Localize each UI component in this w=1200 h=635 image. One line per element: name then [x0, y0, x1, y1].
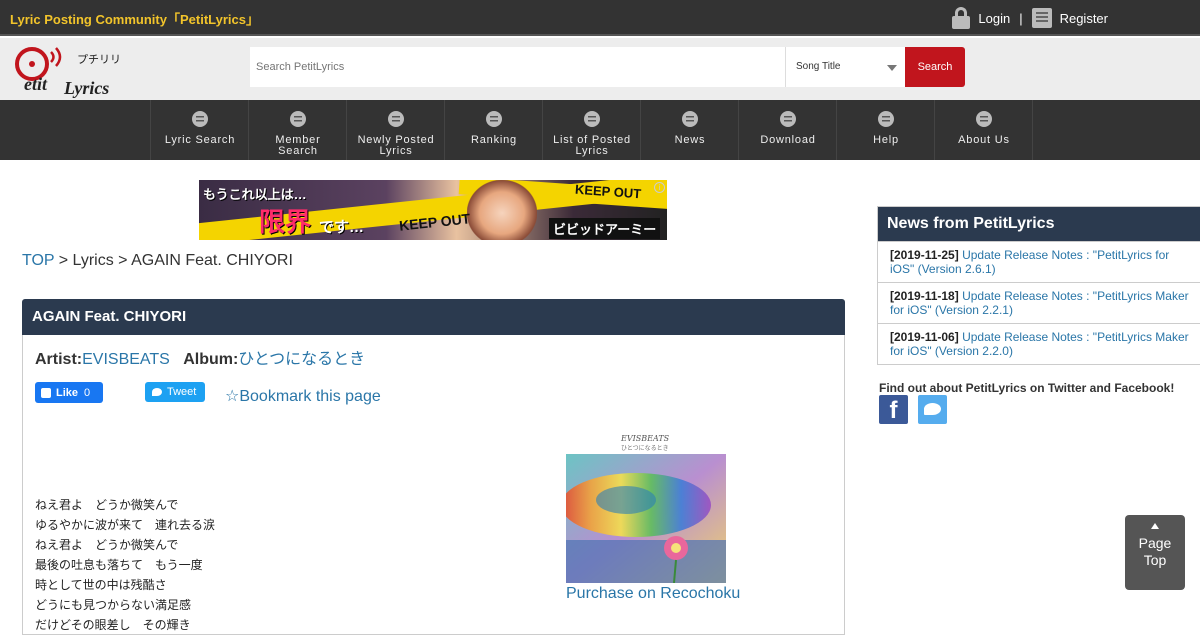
facebook-like-button[interactable]: Like 0	[35, 382, 103, 403]
song-title: AGAIN Feat. CHIYORI	[22, 299, 845, 335]
auth-separator: |	[1019, 10, 1023, 26]
search-type-select[interactable]: Song Title	[785, 47, 905, 87]
page-top-button[interactable]: Page Top	[1125, 515, 1185, 590]
register-label: Register	[1059, 10, 1108, 26]
tweet-button[interactable]: Tweet	[145, 382, 205, 402]
nav-item-news[interactable]: News	[641, 100, 739, 160]
login-link[interactable]: Login	[952, 7, 1010, 29]
facebook-icon[interactable]: f	[879, 395, 908, 424]
main-nav: Lyric Search Member Search Newly Posted Lyri…	[0, 100, 1200, 160]
news-date: [2019-11-06]	[890, 330, 959, 344]
ad-info-icon[interactable]: i	[654, 182, 665, 193]
nav-item-label: About Us	[958, 134, 1010, 146]
nav-item-label-2: Lyrics	[379, 145, 413, 157]
breadcrumb-lyrics: Lyrics	[72, 252, 114, 269]
banner-text-2: 限界	[259, 207, 312, 237]
tweet-label: Tweet	[167, 386, 197, 398]
breadcrumb-sep-1: >	[54, 252, 73, 269]
member-search-icon	[289, 109, 307, 129]
logo-text-2: Lyrics	[63, 78, 109, 98]
header: プチリリ etit Lyrics Song Title Search	[0, 38, 1200, 100]
nav-item-newly-posted[interactable]: Newly Posted Lyrics	[347, 100, 445, 160]
news-icon	[681, 109, 699, 129]
social-text: Find out about PetitLyrics on Twitter an…	[879, 381, 1175, 395]
news-heading: News from PetitLyrics	[878, 207, 1200, 241]
nav-list: Lyric Search Member Search Newly Posted Lyri…	[150, 100, 1033, 160]
about-icon	[975, 109, 993, 129]
breadcrumb-sep-2: >	[113, 252, 132, 269]
nav-item-list-of-posted[interactable]: List of Posted Lyrics	[543, 100, 641, 160]
page-top-line-1: Page	[1138, 535, 1172, 551]
breadcrumb-current: AGAIN Feat. CHIYORI	[131, 252, 293, 269]
breadcrumb: TOP > Lyrics > AGAIN Feat. CHIYORI	[22, 252, 293, 270]
banner-text-1: もうこれ以上は…	[203, 187, 307, 202]
news-item: [2019-11-18] Update Release Notes : "Pet…	[878, 282, 1200, 323]
nav-item-help[interactable]: Help	[837, 100, 935, 160]
lyrics-text: ねえ君よ どうか微笑んで ゆるやかに波が来て 連れ去る涙 ねえ君よ どうか微笑ん…	[35, 498, 216, 632]
nav-item-label: Lyric Search	[164, 134, 236, 146]
petitlyrics-logo[interactable]: プチリリ etit Lyrics	[14, 42, 124, 98]
banner-text-6: ビビッドアーミー	[549, 218, 661, 239]
lyric-search-icon	[191, 109, 209, 129]
bookmark-link[interactable]: ☆Bookmark this page	[225, 386, 381, 406]
news-item: [2019-11-25] Update Release Notes : "Pet…	[878, 241, 1200, 282]
register-link[interactable]: Register	[1031, 8, 1108, 28]
lock-icon	[952, 7, 971, 29]
newly-posted-icon	[387, 109, 405, 129]
nav-item-label: Ranking	[471, 134, 517, 146]
nav-item-about-us[interactable]: About Us	[935, 100, 1033, 160]
search-button[interactable]: Search	[905, 47, 965, 87]
banner-text-3: です…	[319, 219, 365, 236]
chevron-down-icon	[887, 65, 897, 71]
album-label: Album:	[183, 351, 239, 368]
list-icon	[583, 109, 601, 129]
logo-text-1: etit	[24, 74, 48, 94]
twitter-icon[interactable]	[918, 395, 947, 424]
nav-item-label: News	[674, 134, 706, 146]
nav-item-label: Download	[760, 134, 816, 146]
page-top-line-2: Top	[1143, 552, 1167, 568]
purchase-link[interactable]: Purchase on Recochoku	[566, 585, 740, 603]
nav-item-lyric-search[interactable]: Lyric Search	[151, 100, 249, 160]
news-list: [2019-11-25] Update Release Notes : "Pet…	[878, 241, 1200, 364]
like-count: 0	[84, 386, 91, 399]
song-meta: Artist:EVISBEATS Album:ひとつになるとき	[35, 345, 365, 369]
like-label: Like	[56, 386, 79, 399]
news-date: [2019-11-18]	[890, 289, 959, 303]
banner-character	[467, 180, 537, 240]
ad-banner[interactable]: もうこれ以上は… 限界 です… KEEP OUT KEEP OUT ビビッドアー…	[199, 180, 667, 240]
site-title[interactable]: Lyric Posting Community「PetitLyrics」	[10, 9, 259, 28]
breadcrumb-top[interactable]: TOP	[22, 252, 54, 269]
register-icon	[1031, 8, 1052, 28]
nav-item-label-2: Search	[278, 145, 318, 157]
artist-link[interactable]: EVISBEATS	[82, 351, 170, 368]
album-art-caption-2: ひとつになるとき	[621, 445, 669, 452]
nav-item-ranking[interactable]: Ranking	[445, 100, 543, 160]
search-input[interactable]	[250, 47, 785, 87]
news-item: [2019-11-06] Update Release Notes : "Pet…	[878, 323, 1200, 364]
album-link[interactable]: ひとつになるとき	[238, 351, 365, 368]
nav-item-label: Help	[873, 134, 899, 146]
thumbs-up-icon	[41, 387, 51, 398]
logo-kana: プチリリ	[77, 53, 121, 66]
nav-item-member[interactable]: Member Search	[249, 100, 347, 160]
arrow-up-icon	[1151, 523, 1159, 529]
twitter-bird-icon	[152, 388, 162, 396]
album-art-caption-1: EVISBEATS	[620, 434, 670, 443]
search-type-value: Song Title	[796, 61, 841, 72]
album-art[interactable]: EVISBEATS ひとつになるとき	[566, 430, 726, 583]
news-panel: News from PetitLyrics [2019-11-25] Updat…	[877, 206, 1200, 365]
help-icon	[877, 109, 895, 129]
artist-label: Artist:	[35, 351, 83, 368]
nav-item-label-2: Lyrics	[575, 145, 609, 157]
login-label: Login	[978, 10, 1011, 26]
ranking-icon	[485, 109, 503, 129]
song-content: Artist:EVISBEATS Album:ひとつになるとき Like 0 T…	[22, 335, 845, 635]
download-icon	[779, 109, 797, 129]
top-bar: Lyric Posting Community「PetitLyrics」 Log…	[0, 0, 1200, 36]
news-date: [2019-11-25]	[890, 248, 959, 262]
nav-item-download[interactable]: Download	[739, 100, 837, 160]
auth-links: Login | Register	[952, 7, 1108, 29]
